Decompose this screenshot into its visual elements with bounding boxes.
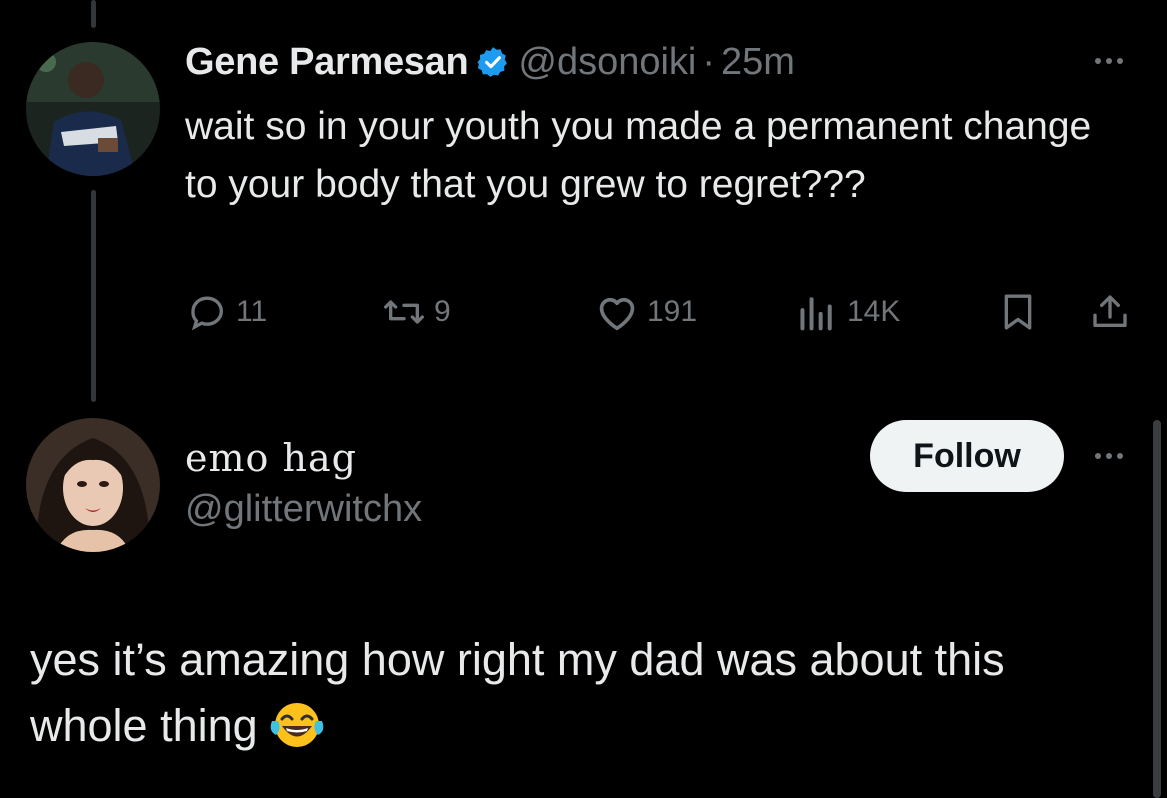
tweet-text: wait so in your youth you made a permane… xyxy=(185,105,1092,206)
views-button[interactable]: 14K xyxy=(795,292,900,332)
reply-text-content: yes it’s amazing how right my dad was ab… xyxy=(30,634,1005,751)
reply-display-name[interactable]: emo hag xyxy=(185,436,357,480)
separator-dot: · xyxy=(702,40,716,83)
more-icon[interactable] xyxy=(1095,58,1123,64)
timestamp[interactable]: 25m xyxy=(721,41,795,84)
bookmark-button[interactable] xyxy=(998,292,1038,332)
more-icon[interactable] xyxy=(1095,453,1123,459)
heart-icon xyxy=(595,292,639,332)
share-button[interactable] xyxy=(1090,292,1130,332)
handle[interactable]: @dsonoiki xyxy=(518,41,696,84)
follow-button[interactable]: Follow xyxy=(870,420,1064,492)
tears-of-joy-emoji-icon xyxy=(268,699,326,767)
reply-button[interactable]: 11 xyxy=(188,292,267,332)
reply-handle[interactable]: @glitterwitchx xyxy=(185,488,422,531)
retweet-button[interactable]: 9 xyxy=(382,292,451,332)
like-count: 191 xyxy=(647,295,698,328)
like-button[interactable]: 191 xyxy=(595,292,697,332)
avatar[interactable] xyxy=(26,42,160,176)
share-icon xyxy=(1090,292,1130,332)
reply-count: 11 xyxy=(236,295,268,328)
retweet-count: 9 xyxy=(434,295,451,328)
tweet-header: Gene Parmesan @dsonoiki · 25m xyxy=(185,38,795,86)
thread-line-top xyxy=(91,0,96,28)
reply-text: yes it’s amazing how right my dad was ab… xyxy=(30,627,1120,767)
views-icon xyxy=(795,292,839,332)
tweet-actions: 11 9 191 14K xyxy=(0,290,1167,340)
retweet-icon xyxy=(382,292,426,332)
scrollbar[interactable] xyxy=(1153,420,1161,798)
display-name[interactable]: Gene Parmesan xyxy=(185,41,469,84)
verified-badge-icon xyxy=(476,45,510,79)
bookmark-icon xyxy=(998,292,1038,332)
reply-icon xyxy=(188,292,228,332)
views-count: 14K xyxy=(847,295,901,328)
reply-avatar[interactable] xyxy=(26,418,160,552)
